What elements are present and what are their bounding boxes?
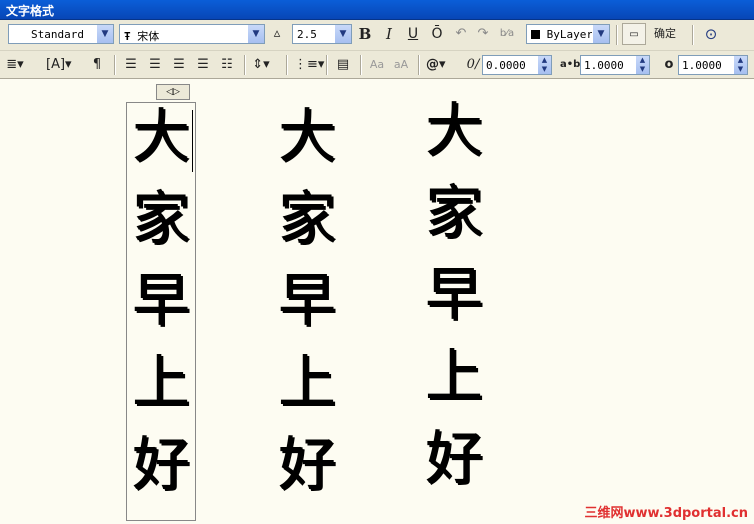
truetype-icon: Ŧ (124, 30, 131, 43)
char: 大 (132, 102, 191, 170)
uppercase-icon[interactable]: Aa (368, 54, 386, 76)
options-icon[interactable]: ⊙ (702, 23, 720, 45)
columns-icon[interactable]: ≣▾ (6, 54, 24, 76)
chevron-down-icon[interactable]: ▼ (334, 25, 351, 43)
tracking-value: 1.0000 (584, 59, 624, 72)
separator (418, 55, 420, 75)
color-swatch (531, 30, 540, 39)
char: 早 (132, 266, 191, 334)
char: 大 (278, 102, 337, 170)
color-value: ByLayer (546, 28, 593, 41)
toolbar-row-2: ≣▾ [A]▾ ¶ ☰ ☰ ☰ ☰ ☷ ⇕▾ ⋮≡▾ ▤ Aa aA @▾ 0/… (0, 50, 754, 79)
spinner-icon[interactable]: ▲ ▼ (734, 56, 747, 74)
width-factor-icon: o (664, 57, 674, 72)
watermark: 三维网www.3dportal.cn (584, 506, 748, 521)
separator (286, 55, 288, 75)
paragraph-icon[interactable]: ¶ (88, 54, 106, 76)
redo-icon[interactable]: ↷ (474, 23, 492, 45)
char: 好 (425, 424, 484, 492)
text-height-select[interactable]: 2.5 ▼ (292, 24, 352, 44)
ok-button[interactable]: 确定 (654, 23, 676, 45)
char: 家 (425, 178, 484, 246)
char: 好 (132, 430, 191, 498)
justify-icon[interactable]: ☰ (194, 54, 212, 76)
chevron-down-icon[interactable]: ▼ (96, 25, 113, 43)
align-left-icon[interactable]: ☰ (122, 54, 140, 76)
text-column-1: 大 家 早 上 好 (132, 95, 190, 505)
char: 上 (425, 342, 484, 410)
spinner-icon[interactable]: ▲ ▼ (636, 56, 649, 74)
line-spacing-icon[interactable]: ⇕▾ (252, 54, 270, 76)
tracking-icon: a•b (560, 59, 581, 70)
font-value: 宋体 (137, 30, 160, 43)
bold-button[interactable]: B (356, 23, 374, 45)
annotative-icon[interactable]: ▵ (268, 23, 286, 45)
distribute-icon[interactable]: ☷ (218, 54, 236, 76)
insert-field-icon[interactable]: ▤ (334, 54, 352, 76)
tracking-input[interactable]: 1.0000 ▲ ▼ (580, 55, 650, 75)
numbering-icon[interactable]: ⋮≡▾ (294, 54, 324, 76)
italic-button[interactable]: I (380, 23, 398, 45)
symbol-icon[interactable]: @▾ (426, 54, 446, 76)
font-select[interactable]: Ŧ 宋体 ▼ (119, 24, 265, 44)
ruler-icon[interactable]: ▭ (622, 23, 646, 45)
text-column-3: 大 家 早 上 好 (425, 90, 483, 500)
separator (692, 25, 694, 45)
char: 大 (425, 96, 484, 164)
chevron-down-icon[interactable]: ▼ (592, 25, 609, 43)
separator (326, 55, 328, 75)
style-value: Standard (31, 28, 84, 41)
separator (616, 25, 618, 45)
oblique-angle-icon: 0/ (466, 57, 480, 72)
stack-icon[interactable]: b⁄a (498, 23, 516, 45)
window-title: 文字格式 (6, 4, 55, 18)
separator (244, 55, 246, 75)
separator (360, 55, 362, 75)
mtext-justification-icon[interactable]: [A]▾ (46, 54, 72, 76)
char: 好 (278, 430, 337, 498)
separator (114, 55, 116, 75)
toolbar-row-1: Standard ▼ Ŧ 宋体 ▼ ▵ 2.5 ▼ B I U Ō ↶ ↷ b⁄… (0, 21, 754, 49)
spinner-icon[interactable]: ▲ ▼ (538, 56, 551, 74)
oblique-angle-value: 0.0000 (486, 59, 526, 72)
chevron-down-icon[interactable]: ▼ (247, 25, 264, 43)
align-right-icon[interactable]: ☰ (170, 54, 188, 76)
text-format-toolbar: Standard ▼ Ŧ 宋体 ▼ ▵ 2.5 ▼ B I U Ō ↶ ↷ b⁄… (0, 20, 754, 79)
width-factor-input[interactable]: 1.0000 ▲ ▼ (678, 55, 748, 75)
width-factor-value: 1.0000 (682, 59, 722, 72)
char: 上 (132, 348, 191, 416)
overline-button[interactable]: Ō (428, 23, 446, 45)
char: 早 (425, 260, 484, 328)
char: 家 (278, 184, 337, 252)
align-center-icon[interactable]: ☰ (146, 54, 164, 76)
lowercase-icon[interactable]: aA (392, 54, 410, 76)
text-height-value: 2.5 (297, 28, 317, 41)
color-select[interactable]: ByLayer ▼ (526, 24, 610, 44)
char: 上 (278, 348, 337, 416)
undo-icon[interactable]: ↶ (452, 23, 470, 45)
char: 早 (278, 266, 337, 334)
style-select[interactable]: Standard ▼ (8, 24, 114, 44)
title-bar: 文字格式 (0, 0, 754, 20)
text-column-2: 大 家 早 上 好 (278, 95, 336, 505)
char: 家 (132, 184, 191, 252)
oblique-angle-input[interactable]: 0.0000 ▲ ▼ (482, 55, 552, 75)
underline-button[interactable]: U (404, 23, 422, 45)
text-cursor (192, 110, 193, 172)
